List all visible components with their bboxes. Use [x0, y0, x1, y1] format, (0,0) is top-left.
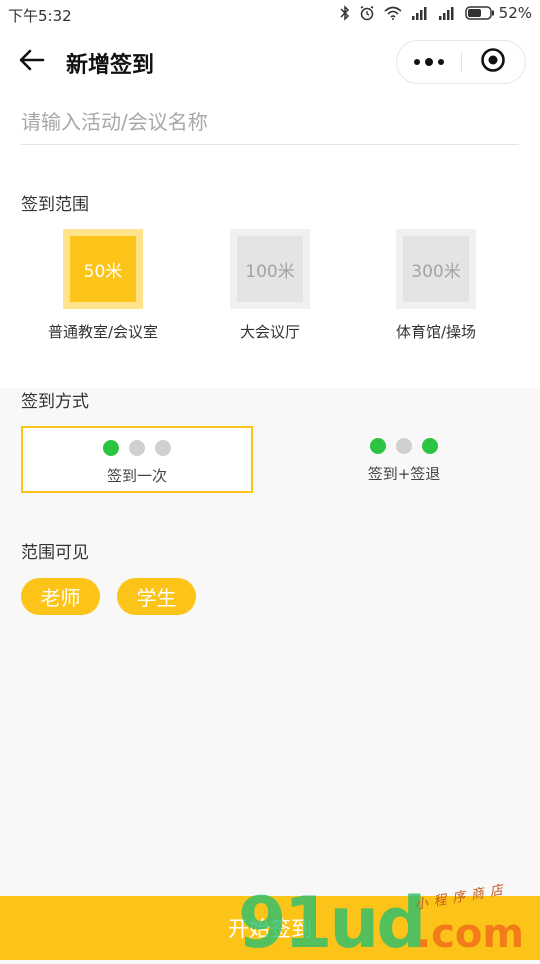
- visibility-option-teacher[interactable]: 老师: [21, 578, 100, 615]
- arrow-left-icon: [19, 49, 45, 75]
- range-option-100m[interactable]: 100米 大会议厅: [185, 229, 355, 344]
- dot-inactive: [155, 440, 171, 456]
- signal-icon: [438, 6, 456, 20]
- mini-program-capsule: [396, 40, 526, 84]
- range-caption: 普通教室/会议室: [47, 323, 159, 341]
- alarm-icon: [359, 5, 375, 21]
- dot-active: [422, 438, 438, 454]
- status-bar: 下午5:32 52%: [0, 0, 540, 30]
- method-option-in-out[interactable]: 签到+签退: [288, 426, 520, 493]
- range-box: 300米: [396, 229, 476, 309]
- nav-bar: 新增签到: [0, 34, 540, 90]
- back-button[interactable]: [16, 46, 48, 78]
- start-sign-in-button[interactable]: 开始签到: [0, 896, 540, 960]
- range-section-label: 签到范围: [21, 195, 89, 215]
- range-option-50m[interactable]: 50米 普通教室/会议室: [18, 229, 188, 344]
- battery-indicator: 52%: [464, 4, 532, 22]
- method-dots: [288, 438, 520, 454]
- method-section-label: 签到方式: [21, 392, 89, 412]
- range-distance: 100米: [237, 236, 303, 302]
- method-dots: [23, 440, 251, 456]
- method-option-once[interactable]: 签到一次: [21, 426, 253, 493]
- range-caption: 体育馆/操场: [395, 323, 477, 341]
- page-title: 新增签到: [66, 53, 155, 78]
- method-label: 签到+签退: [367, 465, 441, 483]
- status-icons: 52%: [340, 4, 532, 22]
- visibility-section-label: 范围可见: [21, 543, 89, 563]
- range-distance: 50米: [70, 236, 136, 302]
- range-distance: 300米: [403, 236, 469, 302]
- more-dots-icon[interactable]: [397, 41, 461, 83]
- start-sign-in-label: 开始签到: [228, 917, 312, 941]
- range-box: 50米: [63, 229, 143, 309]
- target-circle-icon: [480, 47, 506, 77]
- close-mini-program-button[interactable]: [462, 41, 524, 83]
- dot-inactive: [129, 440, 145, 456]
- dot-active: [370, 438, 386, 454]
- dot-inactive: [396, 438, 412, 454]
- wifi-icon: [384, 6, 402, 20]
- range-option-300m[interactable]: 300米 体育馆/操场: [351, 229, 521, 344]
- signal-icon: [411, 6, 429, 20]
- activity-name-input[interactable]: [21, 100, 519, 145]
- visibility-option-student[interactable]: 学生: [117, 578, 196, 615]
- range-box: 100米: [230, 229, 310, 309]
- dot-active: [103, 440, 119, 456]
- battery-percent: 52%: [498, 4, 532, 22]
- status-time: 下午5:32: [8, 7, 72, 25]
- range-caption: 大会议厅: [239, 323, 300, 341]
- method-label: 签到一次: [106, 467, 167, 485]
- bluetooth-icon: [340, 5, 350, 21]
- battery-icon: [464, 6, 495, 20]
